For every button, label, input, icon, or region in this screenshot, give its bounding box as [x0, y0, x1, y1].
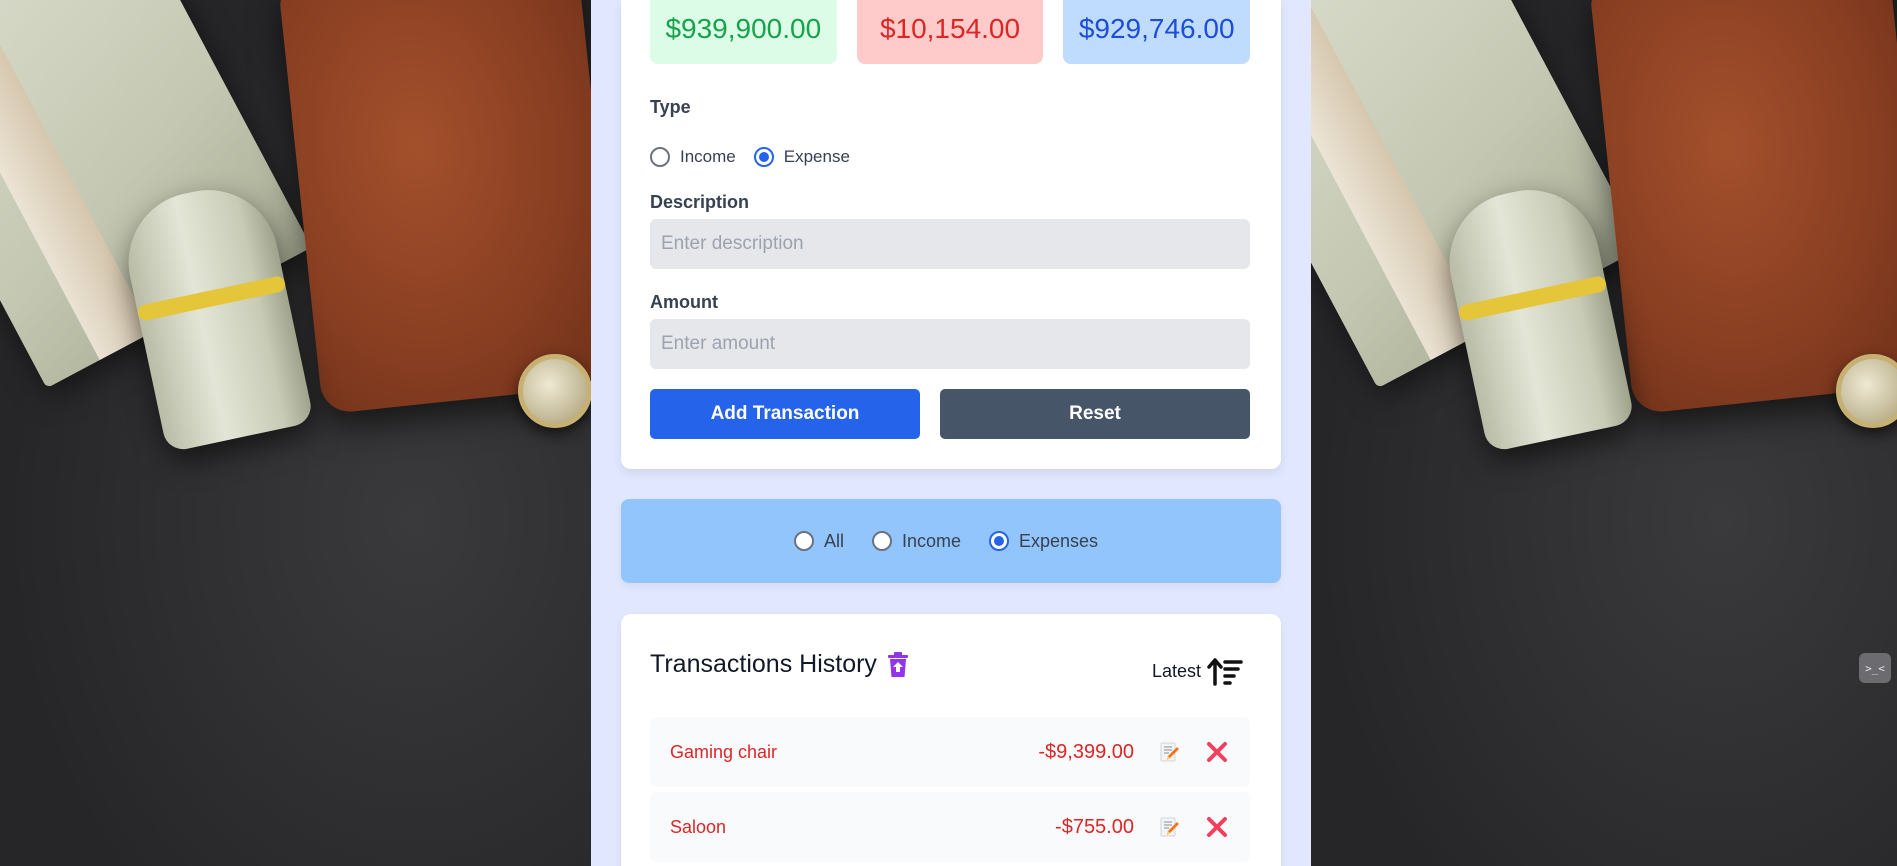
- delete-icon[interactable]: [1204, 814, 1230, 840]
- filter-option-label: Expenses: [1018, 530, 1099, 551]
- amount-label: Amount: [650, 292, 718, 312]
- summary-cards: $939,900.00 $10,154.00 $929,746.00: [650, 0, 1251, 64]
- delete-icon[interactable]: [1204, 739, 1230, 765]
- transaction-row: Saloon -$755.00: [650, 792, 1250, 862]
- sort-label: Latest: [1151, 660, 1201, 681]
- income-summary-card: $939,900.00: [650, 0, 837, 64]
- expense-radio[interactable]: [753, 147, 774, 167]
- transaction-row: Gaming chair -$9,399.00: [650, 717, 1250, 787]
- filter-option-label: Income: [901, 530, 961, 551]
- transaction-amount: -$755.00: [1055, 815, 1134, 838]
- background-photo-left: [0, 0, 591, 866]
- app-column: $939,900.00 $10,154.00 $929,746.00 Type …: [591, 0, 1311, 866]
- filter-option-all[interactable]: All: [793, 530, 844, 552]
- description-input[interactable]: [650, 219, 1250, 269]
- transactions-history-card: Transactions History Latest Gaming chair…: [621, 614, 1281, 866]
- income-radio[interactable]: [650, 147, 670, 167]
- type-radio-group: Income Expense: [650, 147, 860, 167]
- expense-total: $10,154.00: [879, 13, 1021, 44]
- filter-option-expenses[interactable]: Expenses: [988, 530, 1099, 552]
- type-label: Type: [650, 97, 691, 117]
- filter-option-label: All: [823, 530, 844, 551]
- balance-total: $929,746.00: [1078, 13, 1235, 44]
- background-photo-right: [1311, 0, 1897, 866]
- edit-icon[interactable]: [1158, 816, 1180, 838]
- transaction-description: Saloon: [670, 816, 727, 837]
- type-option-expense[interactable]: Expense: [753, 147, 850, 167]
- sort-descending-icon: [1207, 658, 1243, 686]
- add-transaction-button[interactable]: Add Transaction: [650, 389, 920, 439]
- sort-toggle[interactable]: Latest: [1152, 656, 1243, 686]
- expense-summary-card: $10,154.00: [856, 0, 1044, 64]
- filter-option-income[interactable]: Income: [871, 530, 961, 552]
- reset-button[interactable]: Reset: [940, 389, 1250, 439]
- coin-image: [1836, 354, 1897, 428]
- type-option-label: Expense: [783, 147, 850, 166]
- balance-summary-card: $929,746.00: [1063, 0, 1251, 64]
- coin-image: [518, 354, 591, 428]
- transaction-description: Gaming chair: [670, 741, 778, 762]
- filter-all-radio[interactable]: [793, 531, 814, 551]
- income-total: $939,900.00: [665, 13, 822, 44]
- type-option-income[interactable]: Income: [650, 147, 736, 167]
- history-title-text: Transactions History: [650, 650, 877, 678]
- history-title: Transactions History: [650, 650, 909, 679]
- transaction-amount: -$9,399.00: [1038, 740, 1134, 763]
- wallet-image: [1589, 0, 1897, 415]
- transaction-filter-bar: All Income Expenses: [621, 499, 1281, 583]
- wallet-image: [278, 0, 591, 415]
- type-option-label: Income: [680, 147, 736, 166]
- terminal-icon[interactable]: >_<: [1859, 653, 1891, 683]
- filter-expenses-radio[interactable]: [988, 531, 1009, 551]
- trash-restore-icon[interactable]: [887, 651, 909, 678]
- edit-icon[interactable]: [1158, 741, 1180, 763]
- filter-income-radio[interactable]: [871, 531, 892, 551]
- description-label: Description: [650, 192, 750, 212]
- amount-input[interactable]: [650, 319, 1250, 369]
